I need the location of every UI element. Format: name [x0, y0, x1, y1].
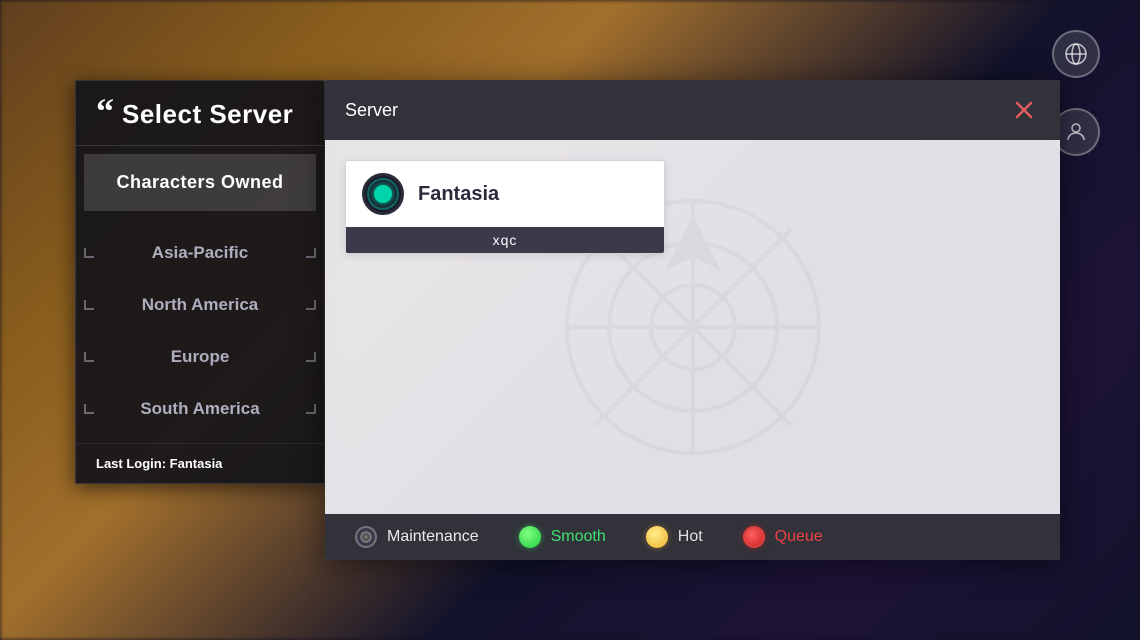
server-item-north-america[interactable]: North America [76, 279, 324, 331]
queue-dot [743, 526, 765, 548]
characters-owned-section[interactable]: Characters Owned [84, 154, 316, 211]
panel-title: Select Server [122, 99, 293, 130]
server-card[interactable]: Fantasia xqc [345, 160, 665, 254]
last-login-footer: Last Login: Fantasia [76, 443, 324, 483]
panel-header: “ Select Server [76, 81, 324, 146]
close-button[interactable] [1008, 94, 1040, 126]
hot-dot [646, 526, 668, 548]
server-icon-ring [367, 178, 399, 210]
characters-owned-label: Characters Owned [116, 172, 283, 192]
server-item-south-america[interactable]: South America [76, 383, 324, 435]
server-username: xqc [346, 227, 664, 253]
smooth-dot [519, 526, 541, 548]
quote-mark-icon: “ [96, 93, 114, 129]
legend-item-hot: Hot [646, 526, 703, 548]
legend-item-smooth: Smooth [519, 526, 606, 548]
hot-label: Hot [678, 528, 703, 546]
legend-item-queue: Queue [743, 526, 823, 548]
maintenance-label: Maintenance [387, 528, 479, 546]
left-panel: “ Select Server Characters Owned Asia-Pa… [75, 80, 325, 484]
globe-icon[interactable] [1052, 30, 1100, 78]
dialog-body: Fantasia xqc [325, 140, 1060, 514]
maintenance-dot [355, 526, 377, 548]
server-list: Asia-Pacific North America Europe South … [76, 219, 324, 443]
server-card-main: Fantasia [346, 161, 664, 227]
server-item-europe[interactable]: Europe [76, 331, 324, 383]
smooth-label: Smooth [551, 528, 606, 546]
last-login-prefix: Last Login: [96, 456, 170, 471]
server-dialog: Server Fantasi [325, 80, 1060, 560]
server-name: Fantasia [418, 183, 499, 206]
legend-bar: Maintenance Smooth Hot Queue [325, 514, 1060, 560]
server-status-icon [362, 173, 404, 215]
legend-item-maintenance: Maintenance [355, 526, 479, 548]
queue-label: Queue [775, 528, 823, 546]
dialog-title: Server [345, 100, 398, 121]
last-login-server: Fantasia [170, 456, 223, 471]
dialog-header: Server [325, 80, 1060, 140]
server-item-asia-pacific[interactable]: Asia-Pacific [76, 227, 324, 279]
